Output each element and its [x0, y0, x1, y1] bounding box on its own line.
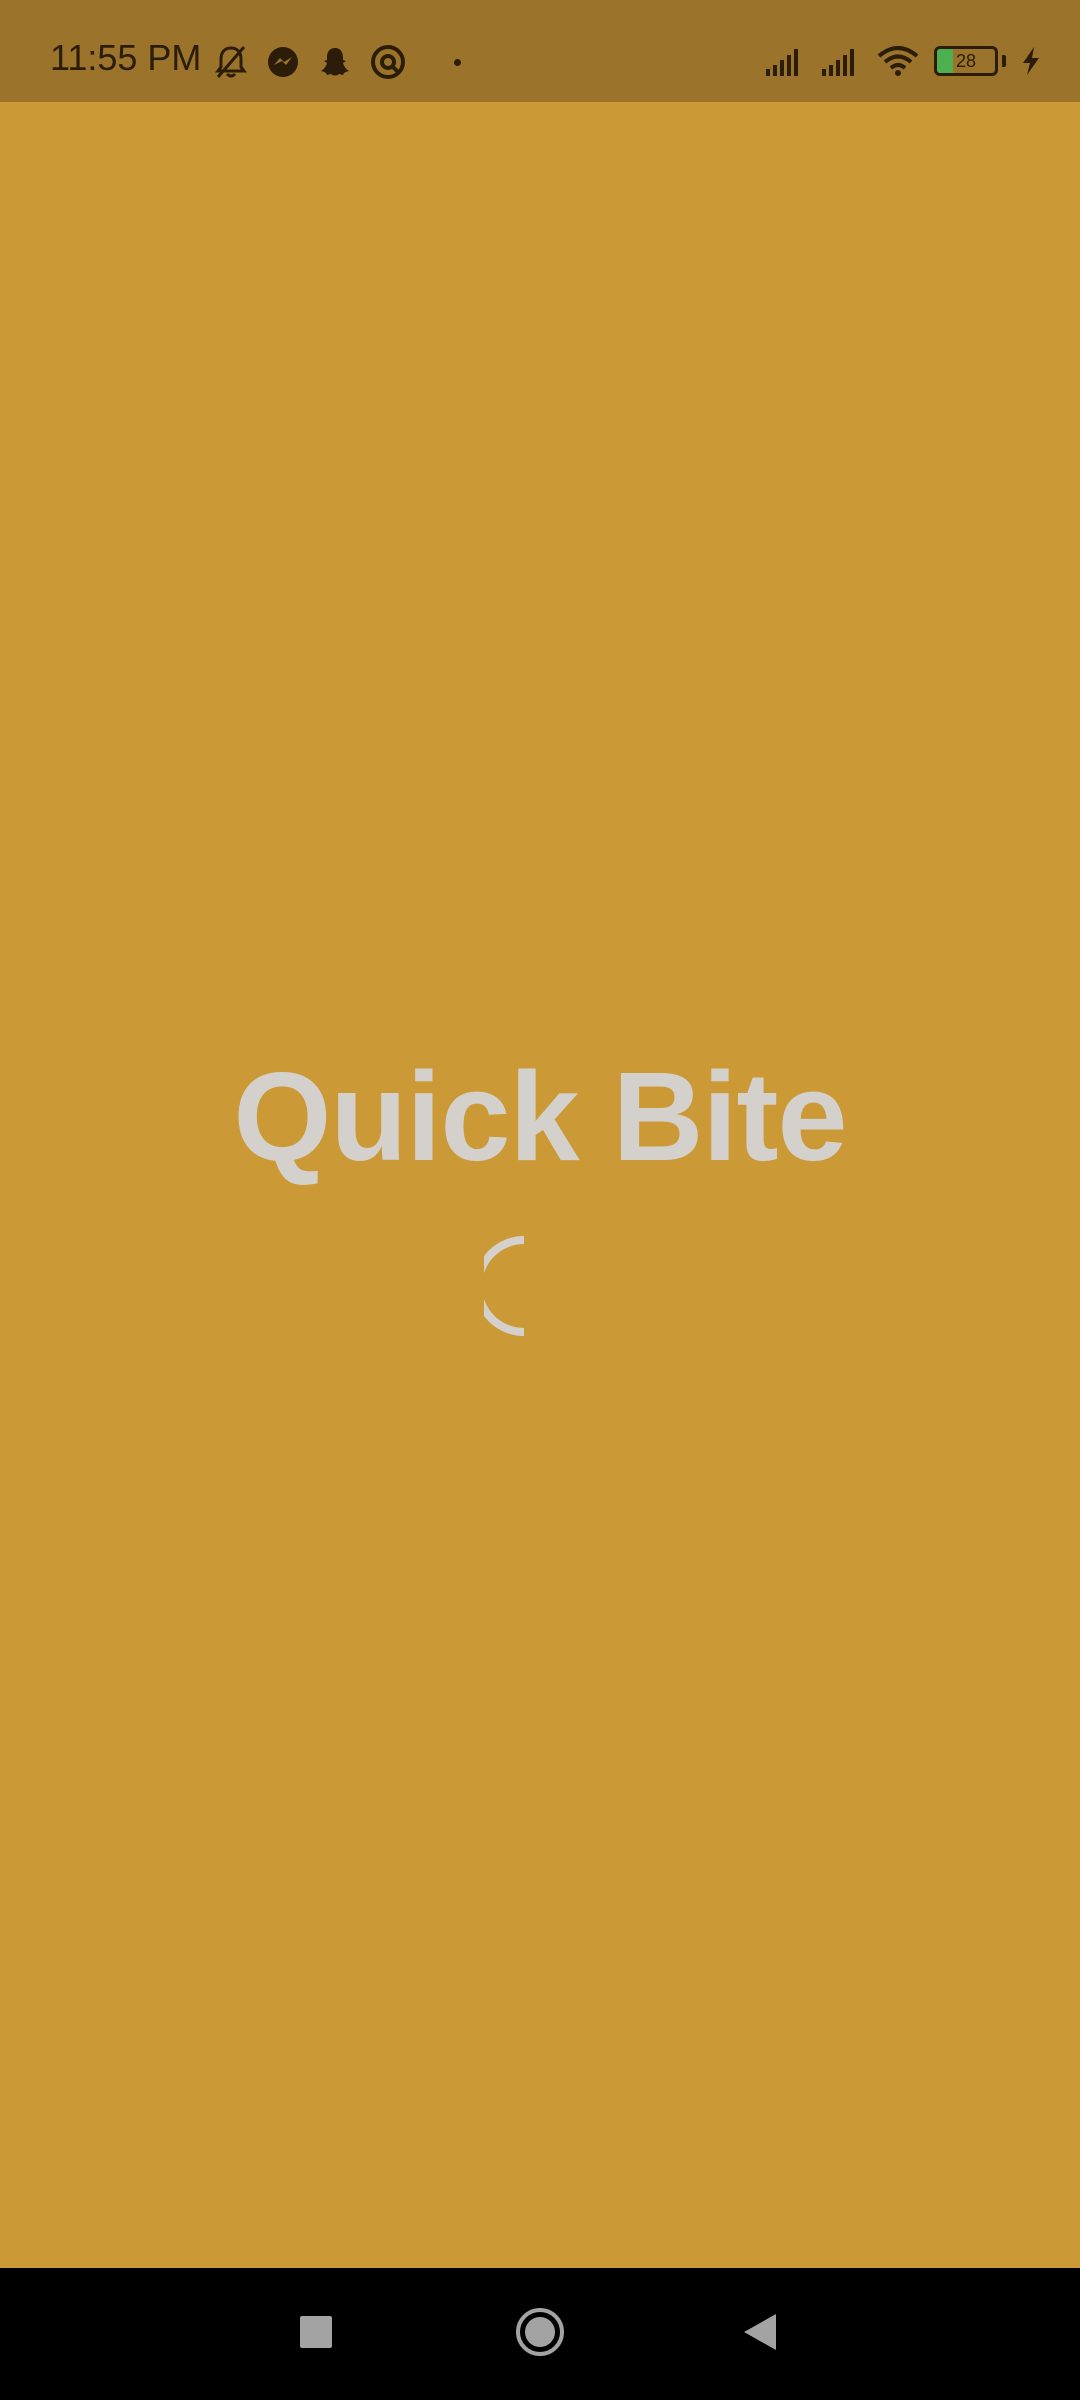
recent-apps-button[interactable]	[246, 2268, 386, 2400]
battery-tip	[1002, 55, 1006, 67]
bell-off-icon	[214, 44, 248, 80]
home-icon	[514, 2306, 566, 2363]
splash-screen: 11:55 PM 28 Quick Bite	[0, 0, 1080, 2400]
battery-icon: 28	[934, 46, 998, 76]
wifi-icon	[876, 44, 920, 78]
dot-icon	[454, 58, 461, 66]
app-circle-icon	[370, 44, 406, 80]
app-title: Quick Bite	[233, 1046, 847, 1187]
back-button[interactable]	[690, 2268, 830, 2400]
messenger-icon	[266, 45, 300, 79]
snapchat-icon	[318, 45, 352, 79]
notification-icons	[214, 44, 461, 80]
spinner-icon	[474, 1236, 584, 1336]
signal-2-icon	[820, 45, 862, 77]
recent-apps-icon	[298, 2314, 334, 2355]
status-bar: 11:55 PM 28	[0, 0, 1080, 102]
home-button[interactable]	[470, 2268, 610, 2400]
signal-1-icon	[764, 45, 806, 77]
status-time: 11:55 PM	[50, 37, 202, 78]
charging-icon	[1020, 45, 1042, 77]
back-icon	[742, 2312, 778, 2357]
battery-level: 28	[955, 50, 977, 71]
system-icons: 28	[764, 44, 1042, 78]
battery-fill	[937, 49, 954, 73]
navigation-bar	[0, 2268, 1080, 2400]
